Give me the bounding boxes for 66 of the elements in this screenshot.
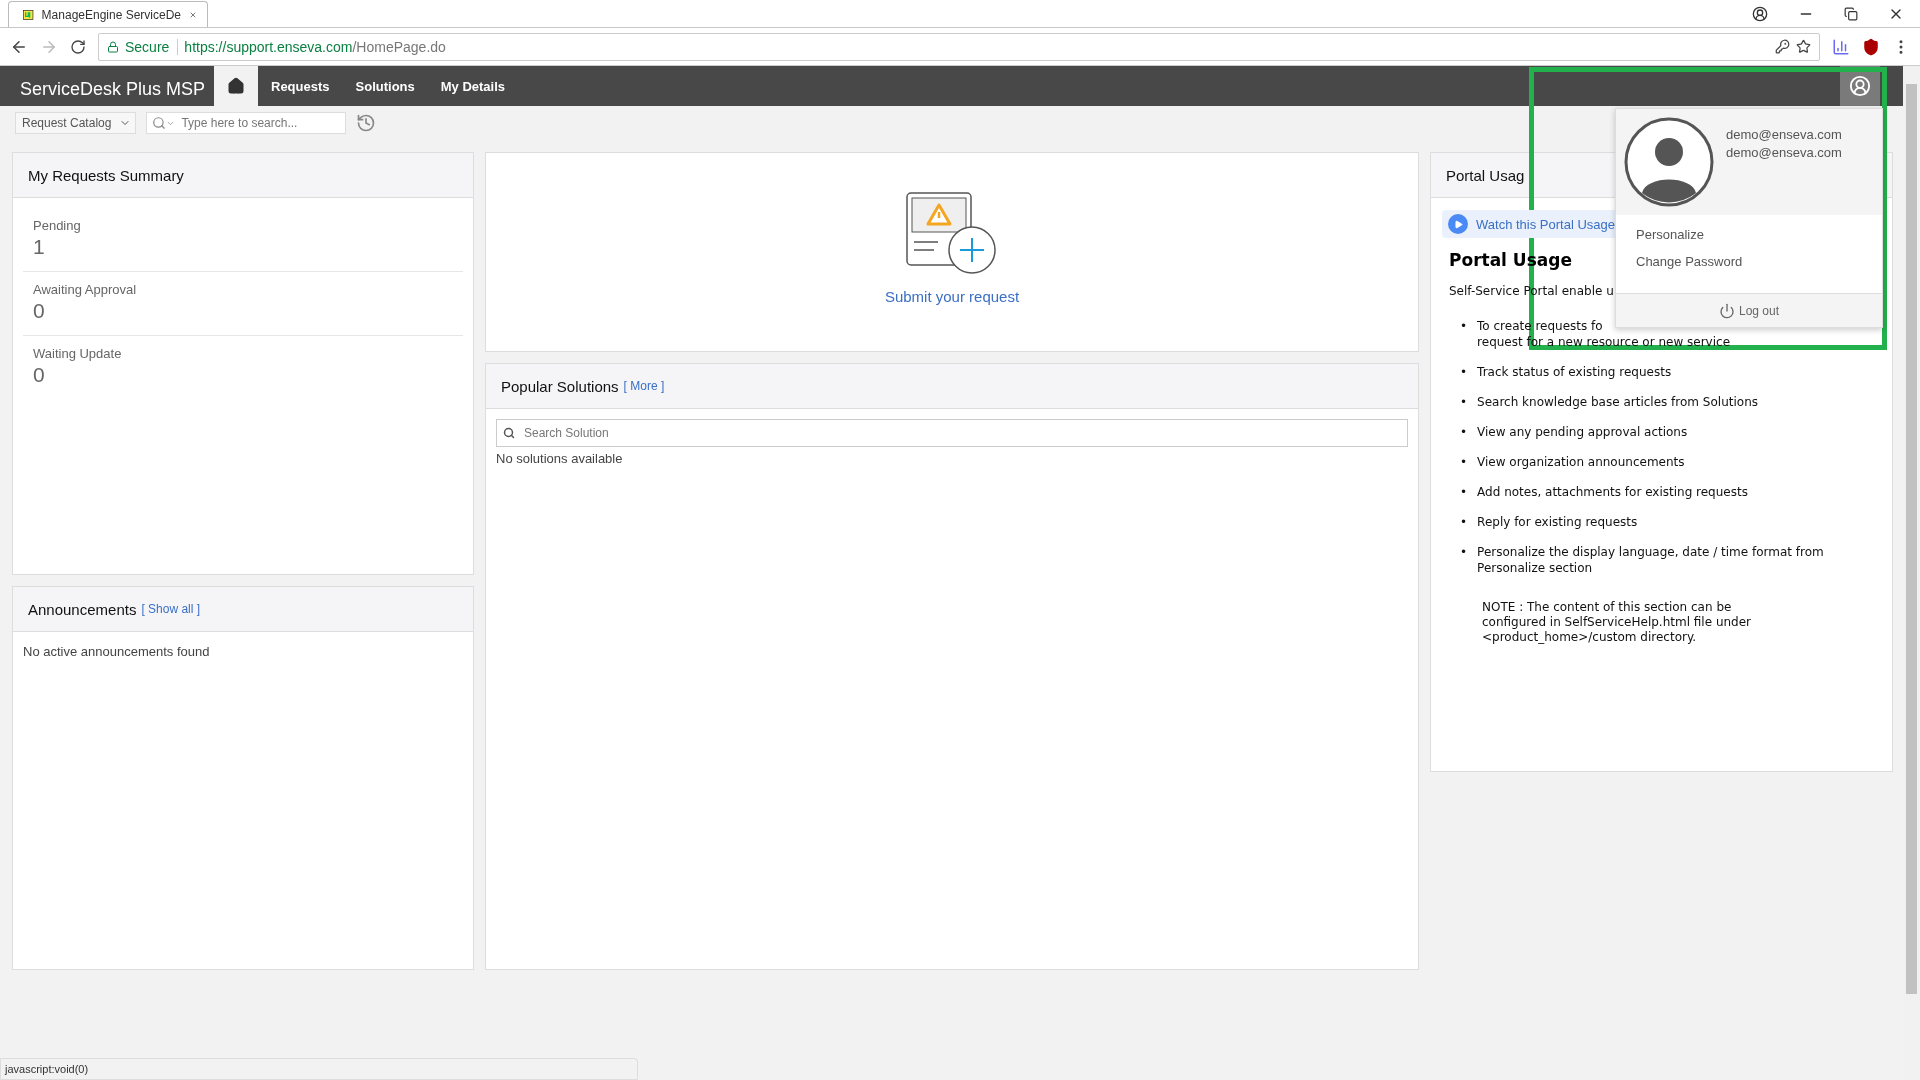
power-icon (1718, 302, 1735, 319)
bullet-mark: • (1460, 454, 1468, 470)
status-url: javascript:void(0) (0, 1058, 638, 1080)
avatar-icon (1624, 117, 1714, 207)
bullet-text: Add notes, attachments for existing requests (1477, 484, 1748, 500)
home-icon (227, 77, 245, 95)
bullet-mark: • (1460, 364, 1468, 380)
bullet-text: Search knowledge base articles from Solutions (1477, 394, 1758, 410)
submit-request-link[interactable]: Submit your request (884, 287, 1020, 305)
nav-tab[interactable]: My Details (427, 66, 519, 106)
stat-value[interactable]: 1 (33, 235, 453, 259)
bookmark-star-icon[interactable] (1796, 39, 1811, 54)
home-tab[interactable] (214, 66, 258, 106)
bullet-text: Personalize the display language, date / time format from Personalize section (1477, 544, 1825, 576)
history-icon[interactable] (356, 113, 377, 133)
bullet-text: View organization announcements (1477, 454, 1685, 470)
stat-value[interactable]: 0 (33, 299, 453, 323)
user-email: demo@enseva.com (1726, 145, 1842, 160)
search-icon (503, 427, 515, 439)
bullet-text: View any pending approval actions (1477, 424, 1688, 440)
lock-icon (107, 40, 119, 53)
nav-tab[interactable]: Requests (258, 66, 343, 106)
nav-tab[interactable]: Solutions (342, 66, 428, 106)
search-icon (152, 116, 167, 130)
user-email: demo@enseva.com (1726, 127, 1842, 142)
stat-label: Pending (33, 218, 82, 233)
panel-title: My Requests Summary (28, 166, 184, 184)
solution-search-field[interactable]: Search Solution (496, 419, 1408, 447)
play-icon (1448, 214, 1468, 234)
browser-tab[interactable]: ManageEngine ServiceDe (8, 1, 208, 27)
stat-value[interactable]: 0 (33, 363, 453, 387)
logout-button[interactable]: Log out (1616, 293, 1882, 327)
empty-message: No solutions available (496, 451, 624, 466)
search-field[interactable]: Type here to search... (146, 112, 347, 134)
key-icon[interactable] (1775, 39, 1790, 54)
panel-title: Portal Usag (1446, 166, 1525, 184)
empty-message: No active announcements found (22, 643, 211, 661)
bullet-mark: • (1460, 394, 1468, 410)
shield-icon[interactable] (1862, 37, 1880, 56)
bullet-mark: • (1460, 424, 1468, 440)
stat-label: Awaiting Approval (33, 282, 138, 297)
bullet-text: Track status of existing requests (1477, 364, 1672, 380)
panel-title: Announcements (28, 600, 137, 618)
bullet-mark: • (1460, 484, 1468, 500)
show-all-link[interactable]: [ Show all ] (141, 602, 201, 616)
account-icon[interactable] (1752, 5, 1768, 22)
more-link[interactable]: [ More ] (623, 379, 665, 393)
stat-label: Waiting Update (33, 346, 123, 361)
user-icon (1849, 75, 1871, 97)
secure-label: Secure (125, 38, 179, 55)
menu-item[interactable]: Change Password (1616, 248, 1882, 275)
bar-chart-icon[interactable] (1832, 37, 1850, 56)
address-bar[interactable]: Secure https://support.enseva.com/HomePage.do (98, 32, 1820, 61)
request-form-icon (906, 191, 998, 274)
bullet-mark: • (1460, 318, 1468, 335)
url-text: https://support.enseva.com/HomePage.do (184, 38, 446, 55)
user-button[interactable] (1840, 66, 1880, 106)
reload-icon[interactable] (70, 38, 86, 55)
bullet-mark: • (1460, 544, 1468, 561)
request-catalog-dropdown[interactable]: Request Catalog (15, 112, 137, 134)
brand-logo: ServiceDesk Plus MSP (19, 77, 207, 101)
bullet-text: Reply for existing requests (1477, 514, 1638, 530)
panel-title: Popular Solutions (501, 377, 619, 395)
note-text: NOTE : The content of this section can be configured in SelfServiceHelp.html file under <product_home>/custom directory. (1482, 600, 1753, 645)
bullet-mark: • (1460, 514, 1468, 530)
restore-icon[interactable] (1844, 6, 1858, 21)
